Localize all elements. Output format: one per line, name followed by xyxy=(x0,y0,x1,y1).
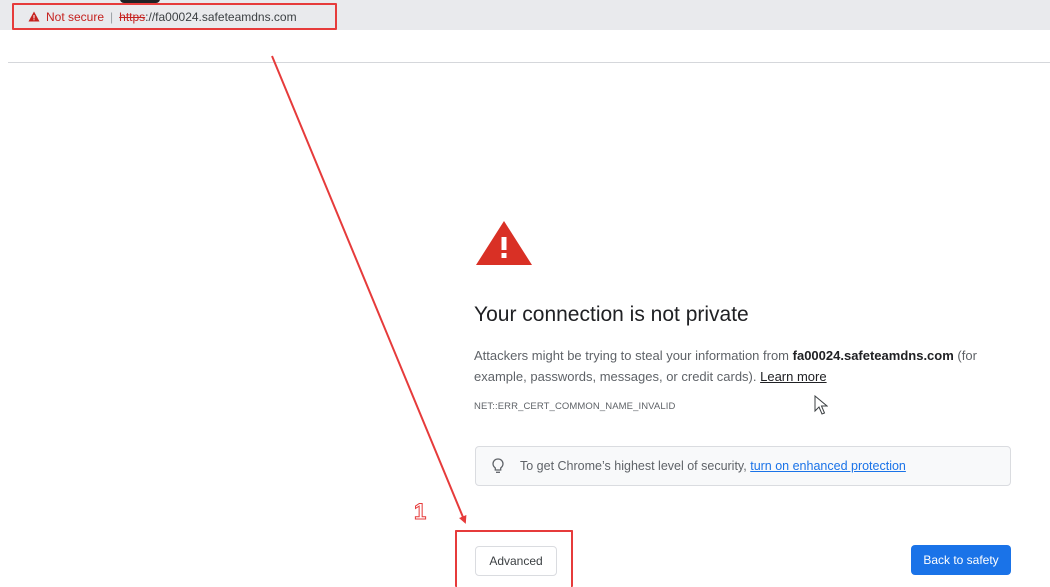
page-title: Your connection is not private xyxy=(474,303,749,326)
annotation-highlight-advanced xyxy=(455,530,573,587)
mouse-cursor-icon xyxy=(814,395,828,415)
description-domain: fa00024.safeteamdns.com xyxy=(792,348,954,363)
annotation-step-number: 1 xyxy=(413,499,427,525)
enhanced-protection-tip: To get Chrome’s highest level of securit… xyxy=(475,446,1011,486)
warning-triangle-icon xyxy=(476,221,532,265)
error-code[interactable]: NET::ERR_CERT_COMMON_NAME_INVALID xyxy=(474,401,675,412)
back-to-safety-button[interactable]: Back to safety xyxy=(911,545,1011,575)
description-text: Attackers might be trying to steal your … xyxy=(474,348,793,363)
tip-text: To get Chrome’s highest level of securit… xyxy=(520,459,747,473)
annotation-highlight-omnibox xyxy=(12,3,337,30)
annotation-arrow xyxy=(271,55,467,524)
learn-more-link[interactable]: Learn more xyxy=(760,369,826,384)
page-divider xyxy=(8,62,1050,63)
browser-page: Not secure | https://fa00024.safeteamdns… xyxy=(0,0,1050,587)
enhanced-protection-link[interactable]: turn on enhanced protection xyxy=(750,459,906,473)
lightbulb-icon xyxy=(492,458,504,473)
warning-description: Attackers might be trying to steal your … xyxy=(474,345,1019,387)
